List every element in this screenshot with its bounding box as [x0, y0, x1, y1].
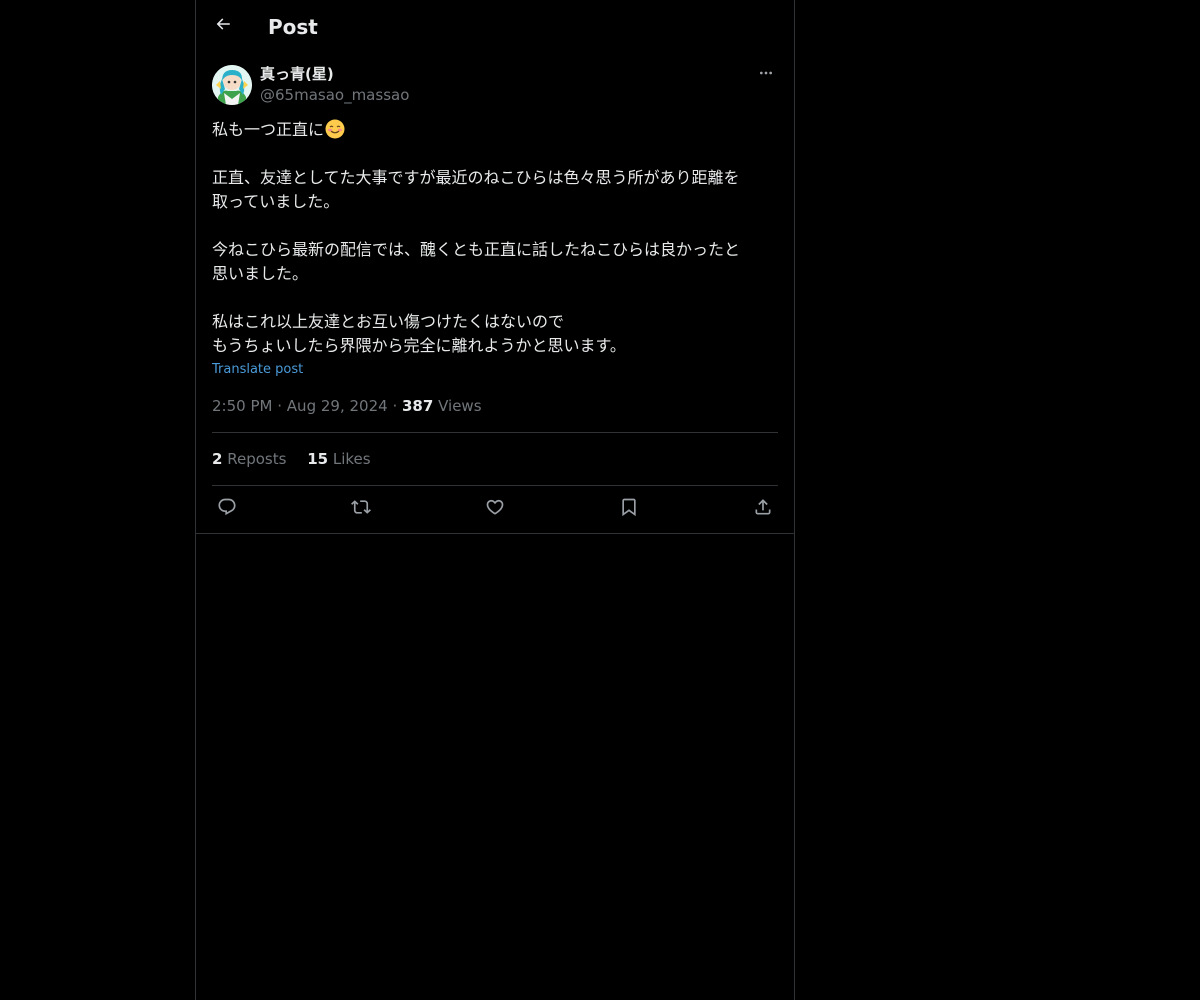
primary-column: Post 真っ青(星) @65masao_massao 私も一つ正直に 正直、友… [195, 0, 795, 1000]
display-name[interactable]: 真っ青(星) [260, 64, 409, 84]
likes-count: 15 [307, 450, 329, 468]
meta-separator: · [392, 397, 398, 415]
views-count: 387 [402, 397, 434, 415]
tweet-line: 今ねこひら最新の配信では、醜くとも正直に話したねこひらは良かったと [212, 240, 741, 259]
back-button[interactable] [208, 11, 238, 41]
tweet-line: もうちょいしたら界隈から完全に離れようかと思います。 [212, 336, 626, 355]
repost-icon [351, 497, 371, 521]
tweet-line: 取っていました。 [212, 192, 340, 211]
divider [212, 432, 778, 433]
likes-stat[interactable]: 15 Likes [307, 447, 370, 471]
page-title: Post [268, 15, 318, 39]
user-info: 真っ青(星) @65masao_massao [260, 64, 409, 106]
meta-separator: · [277, 397, 283, 415]
tweet-bottom-border [196, 533, 794, 534]
likes-label: Likes [332, 450, 371, 468]
share-icon [753, 497, 773, 521]
avatar[interactable] [212, 65, 252, 105]
translate-post-link[interactable]: Translate post [212, 361, 303, 379]
tweet-text: 私も一つ正直に 正直、友達としてた大事ですが最近のねこひらは色々思う所があり距離… [212, 118, 778, 358]
reply-button[interactable] [212, 496, 242, 522]
reposts-stat[interactable]: 2 Reposts [212, 447, 286, 471]
heart-icon [485, 497, 505, 521]
tweet-line: 私はこれ以上友達とお互い傷つけたくはないので [212, 312, 565, 331]
more-options-button[interactable] [754, 64, 778, 86]
reposts-label: Reposts [227, 450, 287, 468]
like-button[interactable] [480, 496, 510, 522]
bookmark-button[interactable] [614, 496, 644, 522]
share-button[interactable] [748, 496, 778, 522]
page-header: Post [196, 0, 794, 54]
reply-icon [217, 497, 237, 521]
tweet-date[interactable]: Aug 29, 2024 [287, 397, 388, 415]
views-label: Views [438, 397, 482, 415]
tweet-time[interactable]: 2:50 PM [212, 397, 272, 415]
divider [212, 485, 778, 486]
reposts-count: 2 [212, 450, 223, 468]
smiling-face-emoji [325, 119, 345, 139]
more-horizontal-icon [758, 65, 774, 85]
tweet-stats: 2 Reposts 15 Likes [212, 447, 371, 471]
user-handle[interactable]: @65masao_massao [260, 84, 409, 106]
arrow-left-icon [214, 15, 232, 37]
tweet-line: 思いました。 [212, 264, 309, 283]
tweet-line: 正直、友達としてた大事ですが最近のねこひらは色々思う所があり距離を [212, 168, 740, 187]
bookmark-icon [619, 497, 639, 521]
tweet-line: 私も一つ正直に [212, 118, 778, 142]
tweet-metadata: 2:50 PM · Aug 29, 2024 · 387 Views [212, 394, 482, 418]
tweet-actions [212, 496, 778, 522]
repost-button[interactable] [346, 496, 376, 522]
